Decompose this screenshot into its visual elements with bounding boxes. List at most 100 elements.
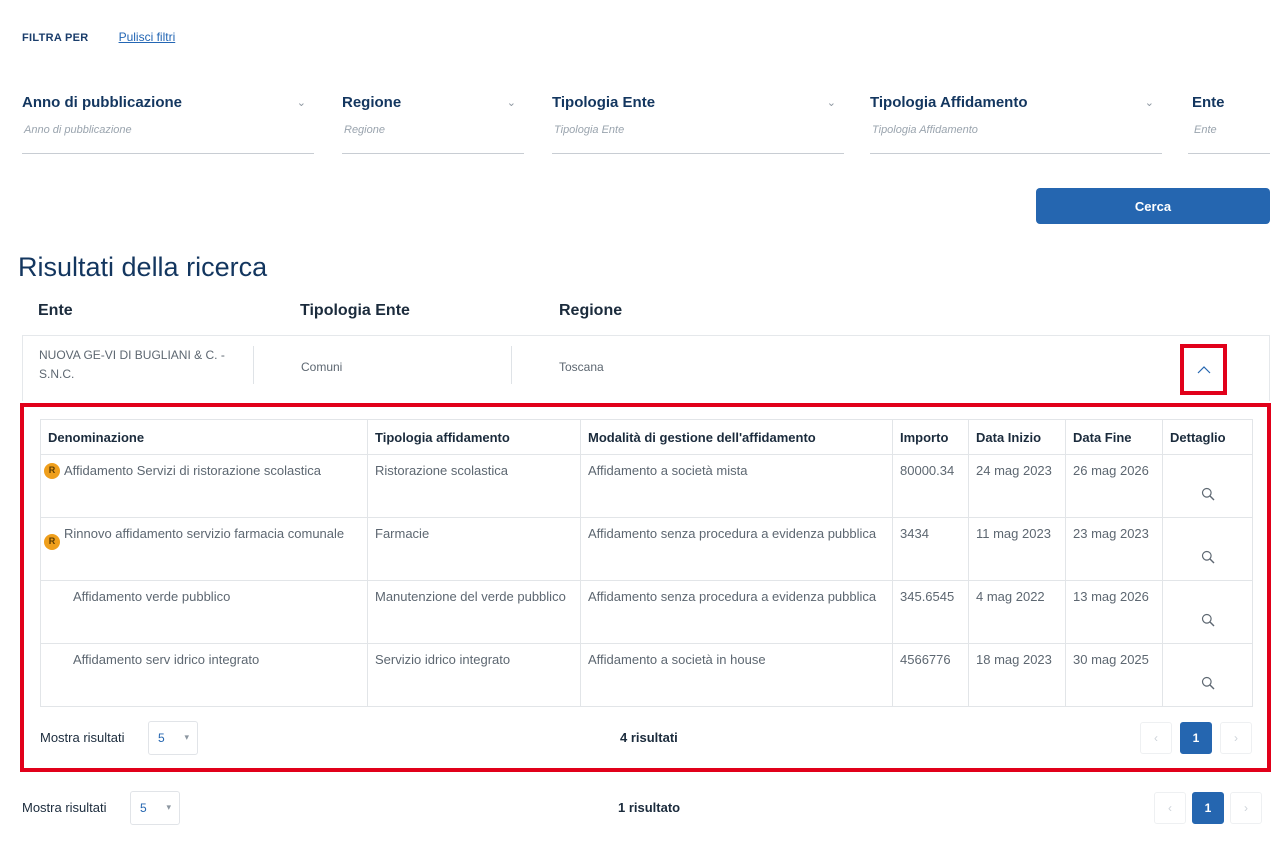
chevron-down-icon: ▾	[166, 802, 171, 812]
cell-denominazione: R Affidamento Servizi di ristorazione sc…	[40, 454, 368, 518]
outer-page-size-value: 5	[140, 801, 147, 815]
header-denominazione[interactable]: Denominazione	[40, 419, 368, 455]
search-icon	[1201, 487, 1214, 501]
cell-tipologia: Ristorazione scolastica	[367, 454, 581, 518]
col-regione-header: Regione	[559, 302, 623, 319]
outer-page-1-button[interactable]: 1	[1192, 792, 1224, 824]
cell-denominazione: Affidamento verde pubblico	[40, 580, 368, 644]
cell-dettaglio	[1162, 580, 1253, 644]
cell-modalita: Affidamento a società in house	[580, 643, 893, 707]
cell-modalita: Affidamento a società mista	[580, 454, 893, 518]
cell-denominazione: R Rinnovo affidamento servizio farmacia …	[40, 517, 368, 581]
inner-next-page-button[interactable]: ›	[1220, 722, 1252, 754]
cell-importo: 3434	[892, 517, 969, 581]
filter-region-select[interactable]: Regione Regione ⌄	[342, 92, 524, 154]
result-ente-name: NUOVA GE-VI DI BUGLIANI & C. - S.N.C.	[39, 348, 225, 381]
filter-ente-type-placeholder: Tipologia Ente	[554, 124, 625, 136]
denominazione-text: Rinnovo affidamento servizio farmacia co…	[64, 526, 345, 541]
denominazione-text: Affidamento serv idrico integrato	[73, 652, 260, 667]
chevron-down-icon: ▾	[184, 732, 189, 742]
cell-data-fine: 13 mag 2026	[1065, 580, 1163, 644]
filter-ente-placeholder: Ente	[1194, 124, 1217, 136]
chevron-down-icon: ⌄	[296, 97, 306, 109]
cell-tipologia: Farmacie	[367, 517, 581, 581]
chevron-up-icon	[1197, 365, 1210, 373]
r-badge-icon: R	[44, 463, 60, 479]
collapse-row-button[interactable]	[1180, 344, 1227, 395]
search-button[interactable]: Cerca	[1036, 188, 1270, 224]
cell-importo: 4566776	[892, 643, 969, 707]
filter-year-select[interactable]: Anno di pubblicazione Anno di pubblicazi…	[22, 92, 314, 154]
table-row: R Affidamento Servizi di ristorazione sc…	[40, 454, 1253, 518]
denominazione-text: Affidamento verde pubblico	[73, 589, 231, 604]
filter-year-placeholder: Anno di pubblicazione	[24, 124, 132, 136]
chevron-down-icon: ⌄	[506, 97, 516, 109]
table-header-row: Denominazione Tipologia affidamento Moda…	[40, 419, 1253, 455]
filter-ente-label: Ente	[1192, 94, 1225, 111]
table-row: Affidamento serv idrico integrato Serviz…	[40, 643, 1253, 707]
outer-pagination: Mostra risultati 5 ▾ 1 risultato ‹ 1 ›	[22, 791, 1270, 825]
filter-bar: FILTRA PER Pulisci filtri	[22, 30, 175, 44]
outer-prev-page-button[interactable]: ‹	[1154, 792, 1186, 824]
outer-next-page-button[interactable]: ›	[1230, 792, 1262, 824]
r-badge-icon: R	[44, 534, 60, 550]
search-icon	[1201, 613, 1214, 627]
filter-ente-type-select[interactable]: Tipologia Ente Tipologia Ente ⌄	[552, 92, 844, 154]
outer-page-size-select[interactable]: 5 ▾	[130, 791, 180, 825]
inner-page-1-button[interactable]: 1	[1180, 722, 1212, 754]
view-detail-button[interactable]	[1170, 650, 1245, 700]
view-detail-button[interactable]	[1170, 587, 1245, 637]
denominazione-text: Affidamento Servizi di ristorazione scol…	[64, 463, 321, 478]
cell-data-inizio: 11 mag 2023	[968, 517, 1066, 581]
header-data-fine[interactable]: Data Fine	[1065, 419, 1163, 455]
filter-affidamento-type-label: Tipologia Affidamento	[870, 94, 1028, 111]
cell-denominazione: Affidamento serv idrico integrato	[40, 643, 368, 707]
header-importo[interactable]: Importo	[892, 419, 969, 455]
affidamenti-table: Denominazione Tipologia affidamento Moda…	[40, 419, 1253, 707]
header-dettaglio: Dettaglio	[1162, 419, 1253, 455]
denominazione-wrap: R Rinnovo affidamento servizio farmacia …	[44, 524, 360, 550]
clear-filters-link[interactable]: Pulisci filtri	[119, 30, 176, 44]
cell-data-fine: 26 mag 2026	[1065, 454, 1163, 518]
cell-data-fine: 23 mag 2023	[1065, 517, 1163, 581]
filter-year-label: Anno di pubblicazione	[22, 94, 182, 111]
filter-affidamento-type-select[interactable]: Tipologia Affidamento Tipologia Affidame…	[870, 92, 1162, 154]
denominazione-wrap: Affidamento serv idrico integrato	[48, 650, 360, 670]
inner-page-size-value: 5	[158, 731, 165, 745]
chevron-down-icon: ⌄	[826, 97, 836, 109]
filter-heading: FILTRA PER	[22, 32, 89, 44]
cell-importo: 80000.34	[892, 454, 969, 518]
filter-ente-type-label: Tipologia Ente	[552, 94, 656, 111]
result-ente-type: Comuni	[301, 360, 343, 374]
denominazione-wrap: Affidamento verde pubblico	[48, 587, 360, 607]
cell-modalita: Affidamento senza procedura a evidenza p…	[580, 580, 893, 644]
col-ente-header: Ente	[38, 302, 73, 319]
col-tipologia-ente-header: Tipologia Ente	[300, 302, 410, 319]
cell-data-inizio: 4 mag 2022	[968, 580, 1066, 644]
result-row: NUOVA GE-VI DI BUGLIANI & C. - S.N.C. Co…	[22, 335, 1270, 401]
inner-page-size-select[interactable]: 5 ▾	[148, 721, 198, 755]
cell-data-inizio: 24 mag 2023	[968, 454, 1066, 518]
filter-fields: Anno di pubblicazione Anno di pubblicazi…	[22, 92, 1270, 154]
affidamenti-detail-panel: Denominazione Tipologia affidamento Moda…	[20, 403, 1271, 772]
cell-tipologia: Servizio idrico integrato	[367, 643, 581, 707]
filter-region-label: Regione	[342, 94, 402, 111]
view-detail-button[interactable]	[1170, 461, 1245, 511]
header-data-inizio[interactable]: Data Inizio	[968, 419, 1066, 455]
result-region: Toscana	[559, 360, 604, 374]
chevron-down-icon: ⌄	[1144, 97, 1154, 109]
inner-prev-page-button[interactable]: ‹	[1140, 722, 1172, 754]
results-title: Risultati della ricerca	[18, 252, 268, 282]
cell-dettaglio	[1162, 454, 1253, 518]
filter-ente-select[interactable]: Ente Ente	[1188, 92, 1270, 154]
cell-tipologia: Manutenzione del verde pubblico	[367, 580, 581, 644]
cell-dettaglio	[1162, 643, 1253, 707]
view-detail-button[interactable]	[1170, 524, 1245, 574]
cell-data-fine: 30 mag 2025	[1065, 643, 1163, 707]
outer-results-count: 1 risultato	[618, 800, 681, 815]
header-tipologia-affidamento[interactable]: Tipologia affidamento	[367, 419, 581, 455]
denominazione-wrap: R Affidamento Servizi di ristorazione sc…	[44, 461, 360, 481]
header-modalita-gestione[interactable]: Modalità di gestione dell'affidamento	[580, 419, 893, 455]
results-column-headers: Ente Tipologia Ente Regione	[0, 302, 1280, 324]
cell-modalita: Affidamento senza procedura a evidenza p…	[580, 517, 893, 581]
